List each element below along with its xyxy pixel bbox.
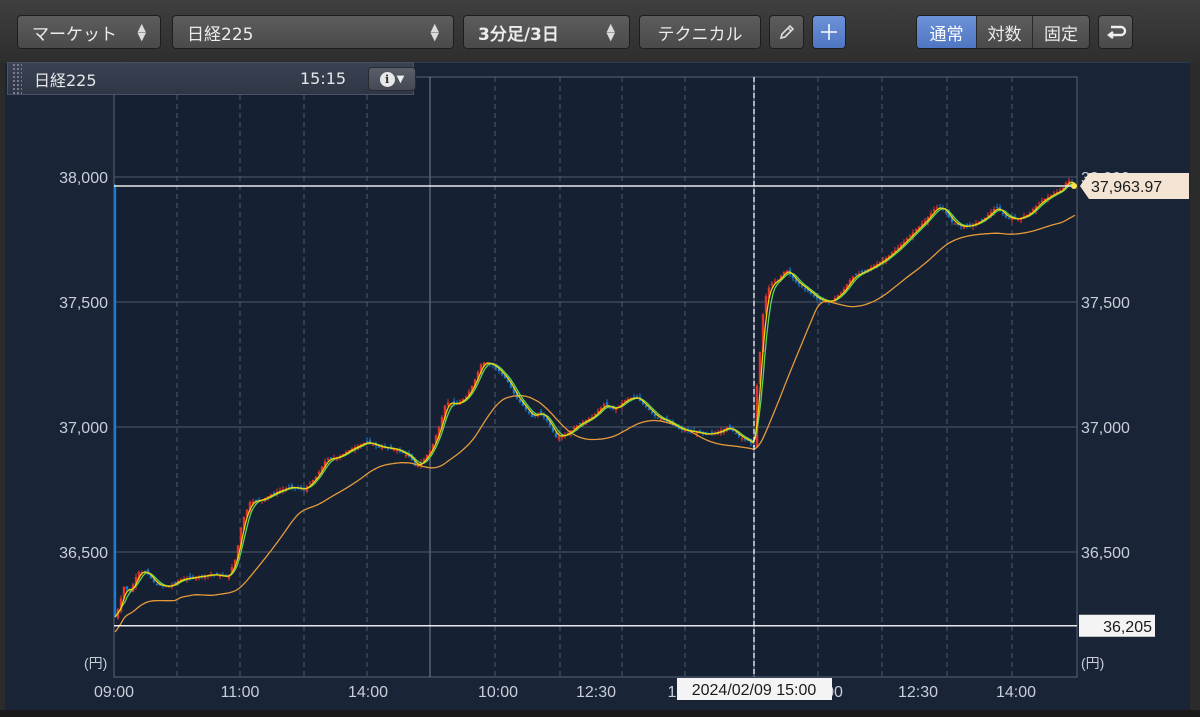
y-tick-label-left: 37,500 [59,295,108,312]
candle-body [308,483,312,485]
y-unit-label-right: (円) [1081,655,1104,671]
info-icon: i [379,71,395,87]
candle-body [644,405,648,407]
candle-body [593,413,597,416]
candle-body [953,223,957,225]
candle-body [932,209,936,212]
candle-body [812,295,816,297]
candle-body [113,186,117,617]
candle-body [557,436,561,440]
candle-body [770,283,774,286]
candle-body [188,576,192,578]
candle-body [935,207,939,209]
x-tick-label: 09:00 [94,684,134,701]
y-tick-label-left: 37,000 [59,420,108,437]
current-price-label: 37,963.97 [1091,179,1162,196]
candle-body [683,430,687,432]
x-tick-label: 1 [668,684,677,701]
candle-body [860,271,864,273]
candle-body [740,438,744,440]
candle-body [539,411,543,414]
x-tick-label: 14:00 [348,684,388,701]
x-tick-label: 12:30 [898,684,938,701]
candle-body [380,447,384,449]
candle-body [404,454,408,457]
x-tick-label: 10:00 [478,684,518,701]
x-tick-label: 14:00 [996,684,1036,701]
plot-area [113,76,1078,678]
candle-body [1001,212,1005,214]
chevron-down-icon: ▼ [396,73,405,85]
y-tick-label-right: 36,500 [1081,545,1130,562]
candle-body [602,404,606,407]
y-tick-label-left: 36,500 [59,545,108,562]
candle-body [908,235,912,237]
y-tick-label-left: 38,000 [59,170,108,187]
candle-body [803,288,807,290]
crosshair-date-label: 2024/02/09 15:00 [692,682,817,699]
candle-body [695,432,699,434]
candle-body [995,207,999,209]
candle-body [125,586,129,590]
candle-body [659,419,663,421]
candle-body [446,402,450,405]
background-window-strip [0,710,1200,717]
candle-body [1010,218,1014,220]
info-symbol: 日経225 [34,70,97,90]
drag-handle[interactable] [12,63,22,94]
y-unit-label-left: (円) [84,655,107,671]
candle-body [578,423,582,425]
candle-body [377,446,381,448]
candle-body [527,411,531,414]
candle-body [656,417,660,419]
current-price-dot [1071,183,1077,190]
y-tick-label-right: 37,500 [1081,295,1130,312]
candle-body [1037,203,1041,205]
candle-body [650,411,654,413]
candle-body [968,224,972,226]
x-tick-label: 12:30 [576,684,616,701]
price-chart[interactable]: 38,00038,00037,50037,50037,00037,00036,5… [0,0,1200,717]
candle-body [554,433,558,437]
info-time: 15:15 [300,69,347,88]
candle-body [734,432,738,435]
candle-body [155,583,159,586]
candle-body [395,450,399,452]
low-level-label: 36,205 [1103,619,1152,636]
candle-body [1007,217,1011,219]
x-tick-label: 11:00 [221,684,260,701]
candle-body [854,274,858,276]
y-tick-label-right: 37,000 [1081,420,1130,437]
info-button[interactable]: i ▼ [368,67,416,91]
candle-body [371,444,375,446]
info-box[interactable]: 日経225 15:15 i ▼ [7,62,416,95]
candle-body [608,407,612,409]
candle-body [326,459,330,461]
candle-body [365,441,369,443]
